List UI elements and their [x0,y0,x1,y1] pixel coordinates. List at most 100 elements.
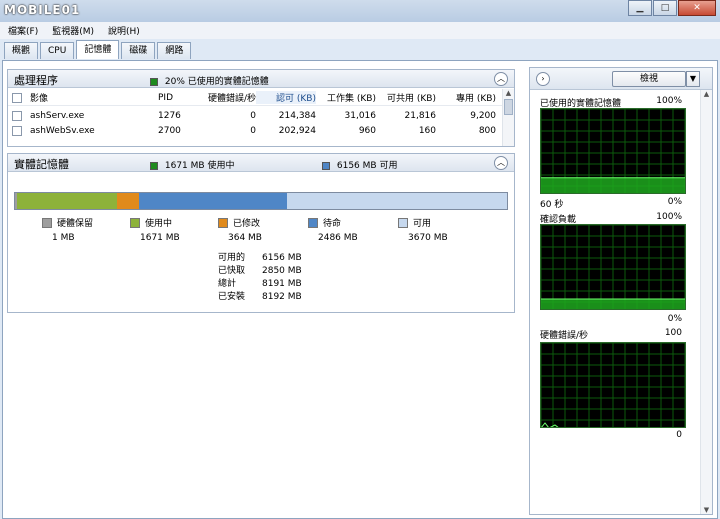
process-pid: 1276 [158,110,181,121]
legend-value: 3670 MB [408,233,448,243]
legend-label: 待命 [323,219,342,229]
col-commit[interactable]: 認可 (KB) [256,91,316,104]
close-button[interactable]: ✕ [678,0,716,16]
process-faults: 0 [250,125,256,136]
memory-usage-bar [14,192,508,210]
chevron-right-icon[interactable]: › [536,72,550,86]
hard-faults-graph [540,342,686,428]
physical-memory-header[interactable]: 實體記憶體 1671 MB 使用中 6156 MB 可用 ︿ [8,154,514,172]
graphs-panel: › 檢視 ▼ 已使用的實體記憶體 100% 60 秒 0% 確認負載 100% … [529,67,713,515]
col-working-set[interactable]: 工作集 (KB) [316,91,376,104]
maximize-icon: □ [660,3,670,13]
stat-label: 可用的 [218,253,246,263]
tab-disk[interactable]: 磁碟 [121,42,156,59]
memory-stats: 可用的 6156 MB 已快取 2850 MB 總計 8191 MB 已安裝 8192 … [218,252,302,304]
process-column-header: 影像 PID 硬體錯誤/秒 認可 (KB) 工作集 (KB) 可共用 (KB) … [8,90,502,106]
minimize-icon: ▁ [636,3,644,13]
available-summary: 6156 MB 可用 [336,161,398,171]
legend-value: 364 MB [228,233,262,243]
graph-fill [541,298,685,309]
process-pid: 2700 [158,125,181,136]
legend-label: 使用中 [145,219,173,229]
processes-header[interactable]: 處理程序 20% 已使用的實體記憶體 ︿ [8,70,514,88]
tab-cpu[interactable]: CPU [40,42,75,59]
tab-strip: 概觀 CPU 記憶體 磁碟 網路 [4,40,193,60]
processes-panel: 處理程序 20% 已使用的實體記憶體 ︿ 影像 PID 硬體錯誤/秒 認可 (K… [7,69,515,147]
scroll-up-icon[interactable]: ▲ [503,89,514,97]
in-use-legend-swatch [130,217,140,228]
tab-memory[interactable]: 記憶體 [76,40,120,59]
graph-time-label: 60 秒 [540,200,564,210]
process-shareable: 160 [418,125,436,136]
menu-help[interactable]: 說明(H) [108,24,140,37]
graph-min: 0 [676,430,682,440]
title-bar: MOBILE01 ▁ □ ✕ [0,0,720,22]
legend-standby: 待命 2486 MB [308,216,388,243]
tab-network[interactable]: 網路 [157,42,192,59]
stat-value: 8191 MB [262,279,302,289]
tab-overview[interactable]: 概觀 [4,42,39,59]
process-working-set: 31,016 [344,110,377,121]
legend-free: 可用 3670 MB [398,216,478,243]
processes-scrollbar[interactable]: ▲ [502,89,514,146]
collapse-memory-button[interactable]: ︿ [494,156,508,170]
table-row[interactable]: ashWebSv.exe 2700 0 202,924 960 160 800 [8,123,502,138]
scroll-down-icon[interactable]: ▼ [701,506,712,514]
maximize-button[interactable]: □ [653,0,677,16]
graph-fill [541,177,685,193]
menu-file[interactable]: 檔案(F) [8,24,38,37]
in-use-summary: 1671 MB 使用中 [164,161,235,171]
site-logo: MOBILE01 [4,3,81,17]
process-private: 800 [478,125,496,136]
legend-in-use: 使用中 1671 MB [130,216,210,243]
process-commit: 202,924 [278,125,316,136]
process-private: 9,200 [470,110,496,121]
minimize-button[interactable]: ▁ [628,0,652,16]
available-swatch [322,161,330,170]
process-commit: 214,384 [278,110,316,121]
process-shareable: 21,816 [404,110,437,121]
col-pid[interactable]: PID [158,93,198,103]
physical-memory-title: 實體記憶體 [14,158,69,171]
process-name: ashWebSv.exe [30,125,95,136]
stat-label: 已快取 [218,266,246,276]
bar-segment-standby [138,193,288,209]
menu-bar: 檔案(F) 監視器(M) 說明(H) [0,22,720,39]
scroll-up-icon[interactable]: ▲ [701,90,712,98]
scroll-thumb[interactable] [504,99,513,115]
row-checkbox[interactable] [12,110,22,121]
col-hard-faults[interactable]: 硬體錯誤/秒 [198,91,256,104]
menu-monitor[interactable]: 監視器(M) [52,24,94,37]
collapse-processes-button[interactable]: ︿ [494,72,508,86]
graph-title: 硬體錯誤/秒 [540,331,589,341]
legend-label: 硬體保留 [57,219,94,229]
physical-memory-panel: 實體記憶體 1671 MB 使用中 6156 MB 可用 ︿ 硬體保留 1 MB… [7,153,515,313]
legend-label: 已修改 [233,219,261,229]
view-dropdown-button[interactable]: ▼ [686,71,700,87]
close-icon: ✕ [693,3,701,13]
view-button[interactable]: 檢視 [612,71,686,87]
memory-tab-content: 處理程序 20% 已使用的實體記憶體 ︿ 影像 PID 硬體錯誤/秒 認可 (K… [2,60,718,519]
process-name: ashServ.exe [30,110,85,121]
legend-label: 可用 [413,219,432,229]
legend-value: 1671 MB [140,233,180,243]
stat-value: 8192 MB [262,292,302,302]
legend-reserved: 硬體保留 1 MB [42,216,122,243]
legend-value: 1 MB [52,233,75,243]
faults-graph-svg [541,343,685,427]
commit-graph-svg [541,225,685,309]
modified-swatch [218,217,228,228]
row-checkbox[interactable] [12,125,22,136]
standby-swatch [308,217,318,228]
graphs-scrollbar[interactable]: ▲ ▼ [700,90,712,514]
memory-graph-svg [541,109,685,193]
col-image[interactable]: 影像 [22,91,158,104]
stat-value: 2850 MB [262,266,302,276]
memory-used-summary: 20% 已使用的實體記憶體 [164,77,269,87]
in-use-swatch [150,161,158,170]
col-shareable[interactable]: 可共用 (KB) [376,91,436,104]
bar-segment-modified [116,193,139,209]
table-row[interactable]: ashServ.exe 1276 0 214,384 31,016 21,816… [8,108,502,123]
col-private[interactable]: 專用 (KB) [436,91,496,104]
select-all-checkbox[interactable] [12,92,22,103]
